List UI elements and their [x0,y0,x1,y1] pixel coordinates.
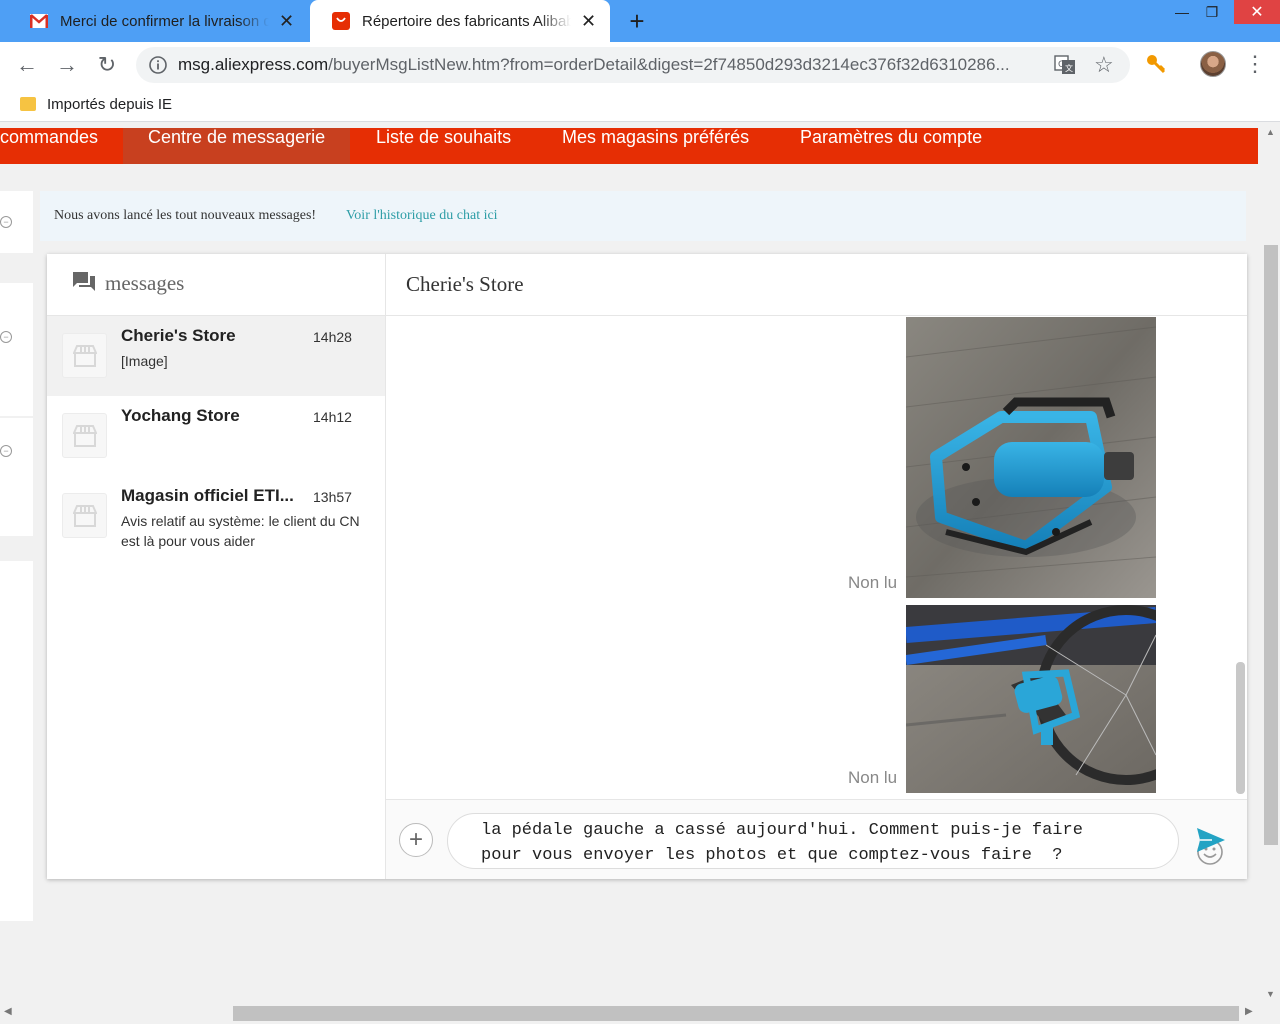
page-horizontal-scrollbar[interactable]: ◀ ▶ [0,1003,1280,1024]
conversation-time: 14h12 [313,409,352,425]
collapse-icon[interactable]: − [0,216,12,228]
conversation-preview: [Image] [121,353,168,369]
profile-avatar[interactable] [1200,51,1226,77]
new-messages-notice: Nous avons lancé les tout nouveaux messa… [40,191,1246,241]
collapse-icon[interactable]: − [0,331,12,343]
tab-title: Répertoire des fabricants Alibaba [362,12,572,30]
conversation-time: 13h57 [313,489,352,505]
message-list-scrollbar[interactable] [1236,662,1245,794]
address-bar[interactable]: msg.aliexpress.com/buyerMsgListNew.htm?f… [136,47,1130,83]
collapse-icon[interactable]: − [0,445,12,457]
conversation-list-header: messages [47,254,386,316]
conversation-store-name: Yochang Store [121,406,240,425]
bike-with-pedal-photo [906,605,1156,793]
url-path: /buyerMsgListNew.htm?from=orderDetail&di… [328,55,1010,74]
store-icon [62,333,107,378]
page-vertical-scrollbar[interactable]: ▲ ▼ [1262,123,1280,1003]
side-divider [0,536,33,561]
account-nav-bar: commandes Centre de messagerie Liste de … [0,128,1258,164]
tab-title: Merci de confirmer la livraison de [60,12,269,30]
bookmark-folder-imported[interactable]: Importés depuis IE [47,96,172,113]
aliexpress-icon [332,12,350,30]
conversation-item[interactable]: Magasin officiel ETI... 13h57 Avis relat… [47,476,385,556]
nav-item-orders[interactable]: commandes [0,128,122,164]
conversation-store-name: Magasin officiel ETI... [121,486,294,505]
message-list: Non lu Non lu [386,317,1247,799]
side-divider [0,416,33,418]
browser-menu-icon[interactable]: ⋮ [1244,52,1266,76]
conversation-pane: Cherie's Store Non lu Non lu + la pédale… [386,254,1247,879]
scroll-right-arrow-icon[interactable]: ▶ [1245,1006,1253,1017]
store-icon [62,413,107,458]
scrollbar-thumb[interactable] [233,1006,1239,1021]
close-window-icon[interactable]: ✕ [1234,0,1280,24]
minimize-window-icon[interactable]: — [1166,0,1198,24]
nav-item-message-center[interactable]: Centre de messagerie [123,128,350,164]
conversation-preview: Avis relatif au système: le client du CN… [121,513,360,549]
close-tab-icon[interactable]: ✕ [579,11,598,31]
url-text: msg.aliexpress.com/buyerMsgListNew.htm?f… [178,55,1038,75]
conversation-store-name: Cherie's Store [121,326,236,345]
scroll-down-arrow-icon[interactable]: ▼ [1266,989,1275,999]
svg-text:G: G [1058,60,1065,70]
chat-history-link[interactable]: Voir l'historique du chat ici [346,208,498,224]
bookmarks-bar: Importés depuis IE [0,88,1280,122]
new-tab-button[interactable]: + [622,6,652,36]
conversation-list-title: messages [105,271,185,295]
maximize-window-icon[interactable]: ❐ [1196,0,1228,24]
message-input[interactable]: la pédale gauche a cassé aujourd'hui. Co… [447,813,1223,869]
message-input-text[interactable]: la pédale gauche a cassé aujourd'hui. Co… [481,818,1121,868]
add-attachment-button[interactable]: + [399,823,433,857]
unread-status: Non lu [848,768,898,787]
conversation-item[interactable]: Yochang Store 14h12 [47,396,385,476]
bookmark-star-icon[interactable]: ☆ [1094,52,1114,78]
message-compose-bar: + la pédale gauche a cassé aujourd'hui. … [386,799,1247,879]
blue-pedal-photo [906,317,1156,598]
chat-bubbles-icon [72,271,96,293]
left-side-panel: − − − [0,191,33,921]
scrollbar-thumb[interactable] [1264,245,1278,845]
conversation-item[interactable]: Cherie's Store 14h28 [Image] [47,316,385,396]
send-icon[interactable] [1196,827,1226,853]
svg-text:文: 文 [1065,63,1073,73]
message-image[interactable] [906,317,1156,598]
store-icon [62,493,107,538]
chat-window: messages Cherie's Store 14h28 [Image] Yo… [47,254,1247,879]
conversation-store-title: Cherie's Store [406,272,524,296]
key-extension-icon[interactable] [1144,52,1168,76]
tab-gmail[interactable]: Merci de confirmer la livraison de ✕ [8,0,308,42]
nav-item-wishlist[interactable]: Liste de souhaits [376,128,511,164]
browser-tab-strip: Merci de confirmer la livraison de ✕ Rép… [0,0,1280,42]
page-content: commandes Centre de messagerie Liste de … [0,123,1262,1003]
notice-text: Nous avons lancé les tout nouveaux messa… [54,208,317,223]
conversation-time: 14h28 [313,329,352,345]
browser-toolbar: ← → ↻ msg.aliexpress.com/buyerMsgListNew… [0,42,1280,88]
forward-arrow-icon[interactable]: → [54,52,80,78]
nav-item-account-settings[interactable]: Paramètres du compte [800,128,982,164]
site-info-icon[interactable] [148,55,168,75]
close-tab-icon[interactable]: ✕ [277,11,296,31]
conversation-header: Cherie's Store [386,254,1247,316]
side-divider [0,253,33,283]
reload-icon[interactable]: ↻ [94,52,120,78]
folder-icon [20,97,36,111]
unread-status: Non lu [848,573,898,592]
tab-aliexpress[interactable]: Répertoire des fabricants Alibaba ✕ [310,0,610,42]
conversation-list: messages Cherie's Store 14h28 [Image] Yo… [47,254,386,879]
scroll-up-arrow-icon[interactable]: ▲ [1266,127,1275,137]
url-host: msg.aliexpress.com [178,55,329,74]
back-arrow-icon[interactable]: ← [14,52,40,78]
scroll-left-arrow-icon[interactable]: ◀ [4,1006,12,1017]
nav-item-favorite-stores[interactable]: Mes magasins préférés [562,128,749,164]
gmail-icon [30,12,48,30]
translate-icon[interactable]: G文 [1054,55,1076,75]
message-image[interactable] [906,605,1156,793]
